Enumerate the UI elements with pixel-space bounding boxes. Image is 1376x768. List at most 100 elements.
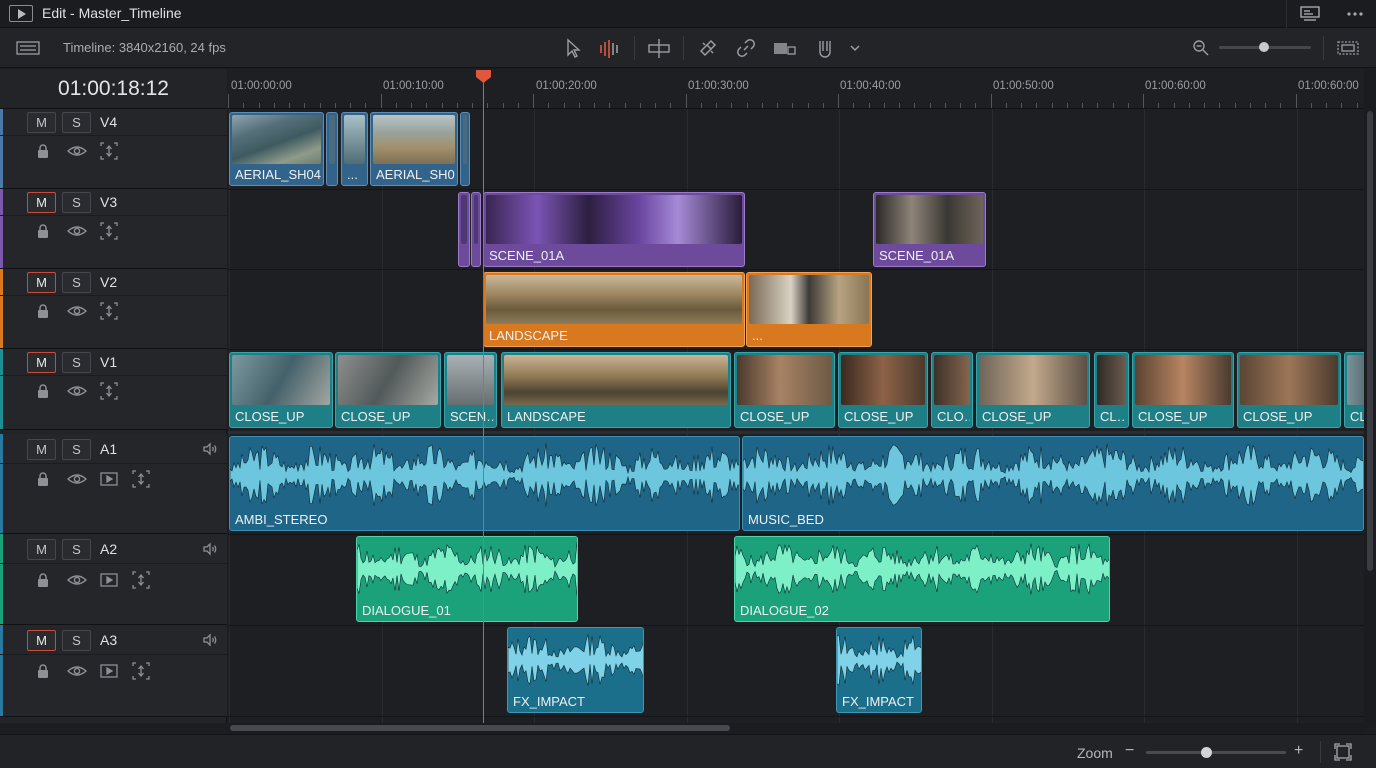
mute-button[interactable]: M	[27, 112, 56, 133]
zoom-in-button[interactable]: +	[1294, 742, 1303, 760]
video-clip[interactable]: CLOSE_UP	[1132, 352, 1234, 428]
lock-icon[interactable]	[34, 470, 52, 488]
lock-icon[interactable]	[34, 142, 52, 160]
mute-button[interactable]: M	[27, 352, 56, 373]
mute-button[interactable]: M	[27, 272, 56, 293]
video-clip[interactable]: SCEN…	[444, 352, 497, 428]
lock-icon[interactable]	[34, 571, 52, 589]
timeline-ruler[interactable]: 01:00:00:00 01:00:10:00 01:00:20:00 01:0…	[228, 69, 1364, 109]
mute-button[interactable]: M	[27, 539, 56, 560]
auto-select-icon[interactable]	[132, 571, 150, 589]
scrollbar-thumb[interactable]	[1367, 111, 1373, 571]
monitor-track-icon[interactable]	[100, 470, 118, 488]
audio-clip[interactable]: AMBI_STEREO	[229, 436, 740, 531]
playhead-line[interactable]	[483, 80, 484, 723]
lock-icon[interactable]	[34, 382, 52, 400]
video-clip[interactable]: CLOSE_UP	[976, 352, 1090, 428]
vertical-scrollbar[interactable]	[1364, 69, 1376, 723]
monitor-track-icon[interactable]	[100, 662, 118, 680]
video-clip[interactable]: AERIAL_SH04	[229, 112, 324, 186]
speaker-icon[interactable]	[202, 632, 220, 650]
full-extent-icon[interactable]	[1336, 37, 1359, 59]
mute-button[interactable]: M	[27, 630, 56, 651]
trim-icon[interactable]	[598, 37, 620, 59]
lock-icon[interactable]	[34, 222, 52, 240]
lock-icon[interactable]	[34, 662, 52, 680]
track-header-a1[interactable]: M S A1	[0, 434, 227, 534]
video-clip[interactable]	[326, 112, 338, 186]
video-clip[interactable]: CLO…	[931, 352, 973, 428]
horizontal-scrollbar[interactable]	[228, 723, 1364, 733]
auto-select-icon[interactable]	[132, 662, 150, 680]
track-header-a3[interactable]: M S A3	[0, 625, 227, 717]
timeline-tracks[interactable]: AERIAL_SH04 ... AERIAL_SH04 SCENE_01A SC…	[228, 109, 1364, 723]
selection-arrow-icon[interactable]	[562, 37, 584, 59]
audio-clip[interactable]: DIALOGUE_02	[734, 536, 1110, 622]
video-clip[interactable]: LANDSCAPE	[483, 272, 745, 347]
eye-icon[interactable]	[67, 222, 87, 240]
video-clip[interactable]: AERIAL_SH04	[370, 112, 458, 186]
speaker-icon[interactable]	[202, 541, 220, 559]
eye-icon[interactable]	[67, 142, 87, 160]
playhead-handle[interactable]	[475, 69, 492, 84]
more-icon[interactable]	[1345, 4, 1365, 24]
video-clip[interactable]: CLOSE_UP	[229, 352, 333, 428]
video-clip[interactable]	[458, 192, 470, 267]
solo-button[interactable]: S	[62, 272, 91, 293]
scrollbar-thumb[interactable]	[230, 725, 730, 731]
solo-button[interactable]: S	[62, 439, 91, 460]
video-clip[interactable]: SCENE_01A	[483, 192, 745, 267]
video-clip[interactable]: LANDSCAPE	[501, 352, 731, 428]
timecode-display[interactable]: 01:00:18:12	[0, 69, 227, 109]
layout-icon[interactable]	[1300, 4, 1320, 24]
blade-icon[interactable]	[647, 37, 670, 59]
eye-icon[interactable]	[67, 571, 87, 589]
link-icon[interactable]	[735, 37, 757, 59]
audio-clip[interactable]: FX_IMPACT	[836, 627, 922, 713]
track-header-v2[interactable]: M S V2	[0, 269, 227, 349]
zoom-out-icon[interactable]	[1190, 37, 1212, 59]
mute-button[interactable]: M	[27, 192, 56, 213]
auto-select-icon[interactable]	[100, 382, 118, 400]
video-clip[interactable]: SCENE_01A	[873, 192, 986, 267]
video-clip[interactable]: CLOSE_UP	[734, 352, 835, 428]
auto-select-icon[interactable]	[132, 470, 150, 488]
track-header-v1[interactable]: M S V1	[0, 349, 227, 430]
solo-button[interactable]: S	[62, 112, 91, 133]
video-clip[interactable]: CLOSE_UP	[335, 352, 441, 428]
video-clip[interactable]: ...	[341, 112, 368, 186]
video-clip[interactable]	[460, 112, 470, 186]
video-clip[interactable]: CL…	[1094, 352, 1129, 428]
timeline-zoom-handle[interactable]	[1259, 42, 1269, 52]
lock-icon[interactable]	[34, 302, 52, 320]
eye-icon[interactable]	[67, 302, 87, 320]
auto-select-icon[interactable]	[100, 302, 118, 320]
eye-icon[interactable]	[67, 470, 87, 488]
video-clip[interactable]	[471, 192, 481, 267]
solo-button[interactable]: S	[62, 539, 91, 560]
eye-icon[interactable]	[67, 382, 87, 400]
solo-button[interactable]: S	[62, 630, 91, 651]
playback-icon[interactable]	[9, 5, 33, 22]
audio-clip[interactable]: MUSIC_BED	[742, 436, 1364, 531]
zoom-out-button[interactable]: −	[1125, 742, 1134, 760]
mute-button[interactable]: M	[27, 439, 56, 460]
auto-select-icon[interactable]	[100, 222, 118, 240]
zoom-slider[interactable]	[1146, 751, 1286, 754]
eye-icon[interactable]	[67, 662, 87, 680]
solo-button[interactable]: S	[62, 352, 91, 373]
audio-clip[interactable]: FX_IMPACT	[507, 627, 644, 713]
video-clip[interactable]: CLOSE_UP	[1237, 352, 1341, 428]
track-header-v3[interactable]: M S V3	[0, 189, 227, 269]
chevron-down-icon[interactable]	[846, 37, 868, 59]
snapping-icon[interactable]	[697, 37, 719, 59]
speaker-icon[interactable]	[202, 441, 220, 459]
video-clip[interactable]: ...	[746, 272, 872, 347]
track-header-a2[interactable]: M S A2	[0, 534, 227, 625]
fit-to-window-icon[interactable]	[1334, 743, 1352, 761]
solo-button[interactable]: S	[62, 192, 91, 213]
auto-select-icon[interactable]	[100, 142, 118, 160]
zoom-slider-handle[interactable]	[1201, 747, 1212, 758]
monitor-track-icon[interactable]	[100, 571, 118, 589]
monitor-icon[interactable]	[16, 37, 40, 59]
